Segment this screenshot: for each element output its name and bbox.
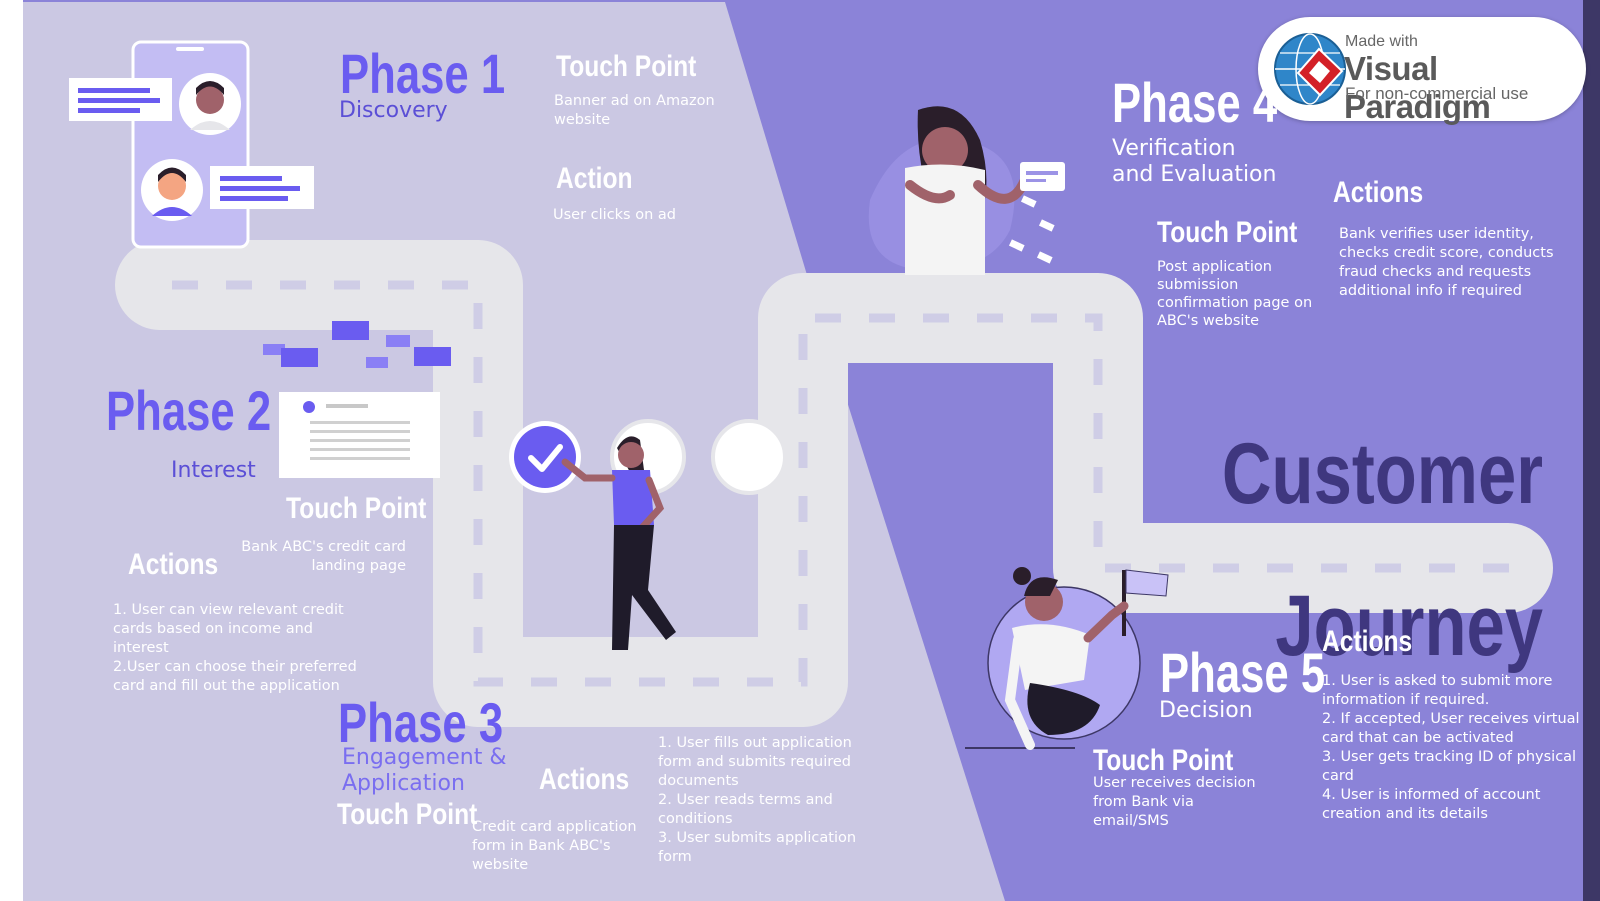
phase3-label: Phase 3 xyxy=(338,691,504,754)
watermark-line3: For non-commercial use xyxy=(1345,84,1529,103)
phase1-touch-point-heading: Touch Point xyxy=(556,50,697,83)
phase2-touch-point: Bank ABC's credit card landing page xyxy=(241,539,406,574)
phase1-action-heading: Action xyxy=(556,162,633,195)
phase4-touch-point: Post application submission confirmation… xyxy=(1157,259,1313,329)
phase1-label: Phase 1 xyxy=(340,42,506,105)
phase4-touch-point-heading: Touch Point xyxy=(1157,216,1298,249)
phase2-label: Phase 2 xyxy=(106,379,272,442)
phase2-actions: 1. User can view relevant credit cards b… xyxy=(113,602,357,694)
phase5-name: Decision xyxy=(1159,698,1253,723)
phase1-action: User clicks on ad xyxy=(553,207,676,223)
phase4-actions: Bank verifies user identity, checks cred… xyxy=(1339,226,1554,299)
left-margin-strip xyxy=(0,0,23,901)
phase3-actions-heading: Actions xyxy=(539,763,630,796)
phase3-touch-point-heading: Touch Point xyxy=(337,798,478,831)
phase5-touch-point-heading: Touch Point xyxy=(1093,744,1234,777)
phase5-actions: 1. User is asked to submit more informat… xyxy=(1322,673,1580,822)
phase4-actions-heading: Actions xyxy=(1333,176,1424,209)
phase1-name: Discovery xyxy=(339,98,448,123)
title-line1: Customer xyxy=(1221,426,1543,522)
phase5-label: Phase 5 xyxy=(1160,641,1326,704)
phase3-name: Engagement & Application xyxy=(342,745,507,796)
edge-text: Ac xyxy=(0,440,2,454)
phase4-name: Verification and Evaluation xyxy=(1112,136,1277,187)
phase4-label: Phase 4 xyxy=(1112,71,1278,134)
phase2-name: Interest xyxy=(171,458,256,483)
phase1-touch-point: Banner ad on Amazon website xyxy=(554,93,715,128)
watermark-line1: Made with xyxy=(1345,33,1418,50)
visual-paradigm-watermark: Made with Visual Paradigm For non-commer… xyxy=(1258,17,1586,125)
phase5-actions-heading: Actions xyxy=(1322,625,1413,658)
right-edge-strip xyxy=(1583,0,1600,901)
phase3-actions: 1. User fills out application form and s… xyxy=(658,735,857,865)
phase2-actions-heading: Actions xyxy=(128,548,219,581)
phase5-touch-point: User receives decision from Bank via ema… xyxy=(1093,775,1256,829)
globe-logo-icon xyxy=(1274,33,1346,105)
phase2-touch-point-heading: Touch Point xyxy=(286,492,427,525)
phase3-touch-point: Credit card application form in Bank ABC… xyxy=(472,819,637,873)
